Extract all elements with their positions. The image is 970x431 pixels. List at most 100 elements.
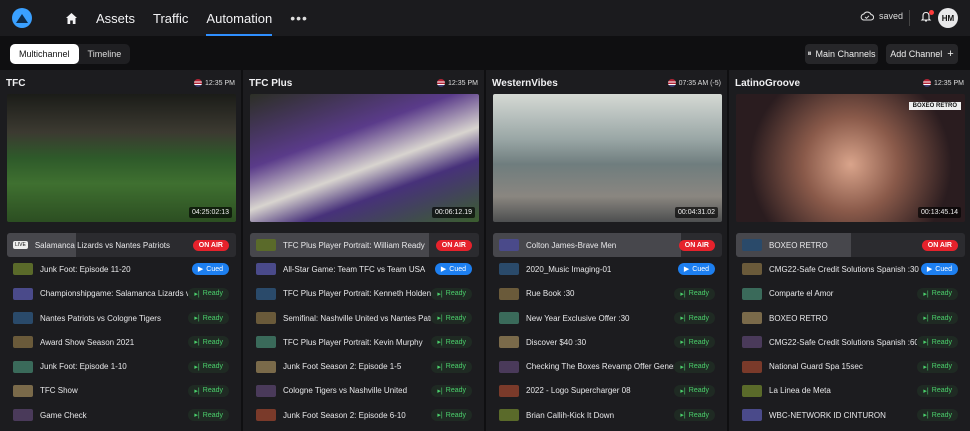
playlist-item[interactable]: Cologne Tigers vs Nashville United ▸| Read…	[250, 379, 479, 403]
status-badge[interactable]: ▸| Ready	[431, 287, 472, 300]
status-badge[interactable]: ▸| Ready	[674, 312, 715, 325]
item-title: Colton James-Brave Men	[526, 240, 617, 250]
add-channel-button[interactable]: Add Channel +	[886, 44, 958, 64]
status-badge: ON AIR	[921, 239, 958, 251]
channel-name[interactable]: TFC Plus	[249, 78, 292, 89]
status-badge[interactable]: ▸| Ready	[917, 384, 958, 397]
status-badge[interactable]: ▸| Ready	[188, 409, 229, 422]
status-badge[interactable]: ▸| Ready	[188, 360, 229, 373]
playlist-item[interactable]: All-Star Game: Team TFC vs Team USA ▶ Cued	[250, 257, 479, 281]
item-title: Salamanca Lizards vs Nantes Patriots	[34, 240, 171, 250]
status-badge[interactable]: ▶ Cued	[434, 263, 472, 276]
item-title: 2020_Music Imaging-01	[526, 264, 612, 274]
status-badge[interactable]: ▸| Ready	[188, 287, 229, 300]
channel-preview[interactable]: 04:25:02:13	[7, 94, 236, 222]
status-badge[interactable]: ▸| Ready	[188, 312, 229, 325]
status-badge[interactable]: ▸| Ready	[431, 384, 472, 397]
playlist-item[interactable]: Comparte el Amor ▸| Ready	[736, 282, 965, 306]
playlist-item[interactable]: Junk Foot Season 2: Episode 6-10 ▸| Ready	[250, 403, 479, 427]
status-label: Ready	[931, 411, 952, 419]
channel-name[interactable]: WesternVibes	[492, 78, 558, 89]
status-badge[interactable]: ▸| Ready	[674, 384, 715, 397]
status-badge[interactable]: ▶ Cued	[677, 263, 715, 276]
playlist-item[interactable]: Junk Foot Season 2: Episode 1-5 ▸| Ready	[250, 354, 479, 378]
playlist-item[interactable]: Brian Callih-Kick It Down ▸| Ready	[493, 403, 722, 427]
app-logo-icon[interactable]	[12, 8, 32, 28]
playlist-item[interactable]: BOXEO RETRO ▸| Ready	[736, 306, 965, 330]
channel-preview[interactable]: 00:04:31.02	[493, 94, 722, 222]
playlist-item[interactable]: TFC Plus Player Portrait: William Ready O…	[250, 233, 479, 258]
more-menu-icon[interactable]: •••	[290, 10, 308, 26]
playlist-item[interactable]: National Guard Spa 15sec ▸| Ready	[736, 354, 965, 378]
item-title: Junk Foot: Episode 1-10	[40, 362, 127, 372]
playlist-item[interactable]: Colton James-Brave Men ON AIR	[493, 233, 722, 258]
view-timeline-tab[interactable]: Timeline	[79, 44, 131, 64]
playlist-item[interactable]: TFC Plus Player Portrait: Kevin Murphy ▸|…	[250, 330, 479, 354]
view-multichannel-tab[interactable]: Multichannel	[10, 44, 79, 64]
playlist-item[interactable]: Discover $40 :30 ▸| Ready	[493, 330, 722, 354]
playlist-item[interactable]: Game Check ▸| Ready	[7, 403, 236, 427]
playlist-item[interactable]: Checking The Boxes Revamp Offer Generic ▸…	[493, 354, 722, 378]
status-badge[interactable]: ▸| Ready	[917, 360, 958, 373]
channel-name[interactable]: TFC	[6, 78, 25, 89]
playlist-item[interactable]: Award Show Season 2021 ▸| Ready	[7, 330, 236, 354]
item-thumbnail	[13, 384, 33, 397]
playlist-item[interactable]: Championshipgame: Salamanca Lizards vs N…	[7, 282, 236, 306]
channel-preview[interactable]: 00:06:12.19	[250, 94, 479, 222]
nav-automation[interactable]: Automation	[206, 0, 272, 36]
status-badge[interactable]: ▸| Ready	[674, 360, 715, 373]
playlist-item[interactable]: Nantes Patriots vs Cologne Tigers ▸| Ready	[7, 306, 236, 330]
status-label: ON AIR	[684, 241, 709, 249]
home-icon[interactable]	[64, 11, 78, 25]
status-badge[interactable]: ▸| Ready	[917, 409, 958, 422]
status-label: Ready	[688, 363, 709, 371]
item-thumbnail	[256, 287, 276, 300]
status-label: Ready	[688, 411, 709, 419]
save-status: saved	[860, 11, 903, 21]
channel-preview[interactable]: BOXEO RETRO 00:13:45.14	[736, 94, 965, 222]
status-badge[interactable]: ▸| Ready	[431, 360, 472, 373]
status-badge[interactable]: ▶ Cued	[191, 263, 229, 276]
playlist-item[interactable]: 2022 - Logo Supercharger 08 ▸| Ready	[493, 379, 722, 403]
status-badge[interactable]: ▸| Ready	[188, 384, 229, 397]
item-title: BOXEO RETRO	[769, 240, 828, 250]
channel-name[interactable]: LatinoGroove	[735, 78, 800, 89]
status-badge[interactable]: ▸| Ready	[674, 287, 715, 300]
status-badge[interactable]: ▸| Ready	[431, 409, 472, 422]
status-badge[interactable]: ▸| Ready	[674, 336, 715, 349]
ready-icon: ▸|	[923, 363, 929, 371]
status-badge[interactable]: ▸| Ready	[674, 409, 715, 422]
notifications-bell-icon[interactable]	[920, 10, 934, 23]
playlist-item[interactable]: LIVE Salamanca Lizards vs Nantes Patriots…	[7, 233, 236, 258]
status-badge[interactable]: ▸| Ready	[188, 336, 229, 349]
playlist-item[interactable]: TFC Show ▸| Ready	[7, 379, 236, 403]
status-label: Ready	[931, 387, 952, 395]
playlist-item[interactable]: CMG22-Safe Credit Solutions Spanish :60 ▸…	[736, 330, 965, 354]
playlist-item[interactable]: Junk Foot: Episode 11-20 ▶ Cued	[7, 257, 236, 281]
status-badge[interactable]: ▸| Ready	[431, 336, 472, 349]
status-badge[interactable]: ▸| Ready	[917, 336, 958, 349]
add-channel-label: Add Channel	[890, 49, 943, 59]
playlist-item[interactable]: Junk Foot: Episode 1-10 ▸| Ready	[7, 354, 236, 378]
user-avatar[interactable]: HM	[938, 8, 958, 28]
item-thumbnail	[256, 409, 276, 422]
playlist-item[interactable]: La Linea de Meta ▸| Ready	[736, 379, 965, 403]
ready-icon: ▸|	[437, 363, 443, 371]
playlist-item[interactable]: CMG22-Safe Credit Solutions Spanish :30 ▶…	[736, 257, 965, 281]
main-channels-button[interactable]: ⏸ Main Channels	[805, 44, 878, 64]
playlist-item[interactable]: WBC-NETWORK ID CINTURON ▸| Ready	[736, 403, 965, 427]
playlist-item[interactable]: TFC Plus Player Portrait: Kenneth Holden…	[250, 282, 479, 306]
playlist-item[interactable]: New Year Exclusive Offer :30 ▸| Ready	[493, 306, 722, 330]
nav-traffic[interactable]: Traffic	[153, 0, 188, 36]
status-badge[interactable]: ▸| Ready	[917, 312, 958, 325]
plus-icon: +	[947, 48, 954, 60]
playlist-item[interactable]: Rue Book :30 ▸| Ready	[493, 282, 722, 306]
playlist-item[interactable]: Semifinal: Nashville United vs Nantes Pa…	[250, 306, 479, 330]
playlist-item[interactable]: BOXEO RETRO ON AIR	[736, 233, 965, 258]
status-badge[interactable]: ▸| Ready	[431, 312, 472, 325]
status-badge[interactable]: ▸| Ready	[917, 287, 958, 300]
nav-assets[interactable]: Assets	[96, 0, 135, 36]
playlist-item[interactable]: 2020_Music Imaging-01 ▶ Cued	[493, 257, 722, 281]
status-badge[interactable]: ▶ Cued	[920, 263, 958, 276]
playlist: BOXEO RETRO ON AIR CMG22-Safe Credit Solut…	[736, 233, 965, 427]
